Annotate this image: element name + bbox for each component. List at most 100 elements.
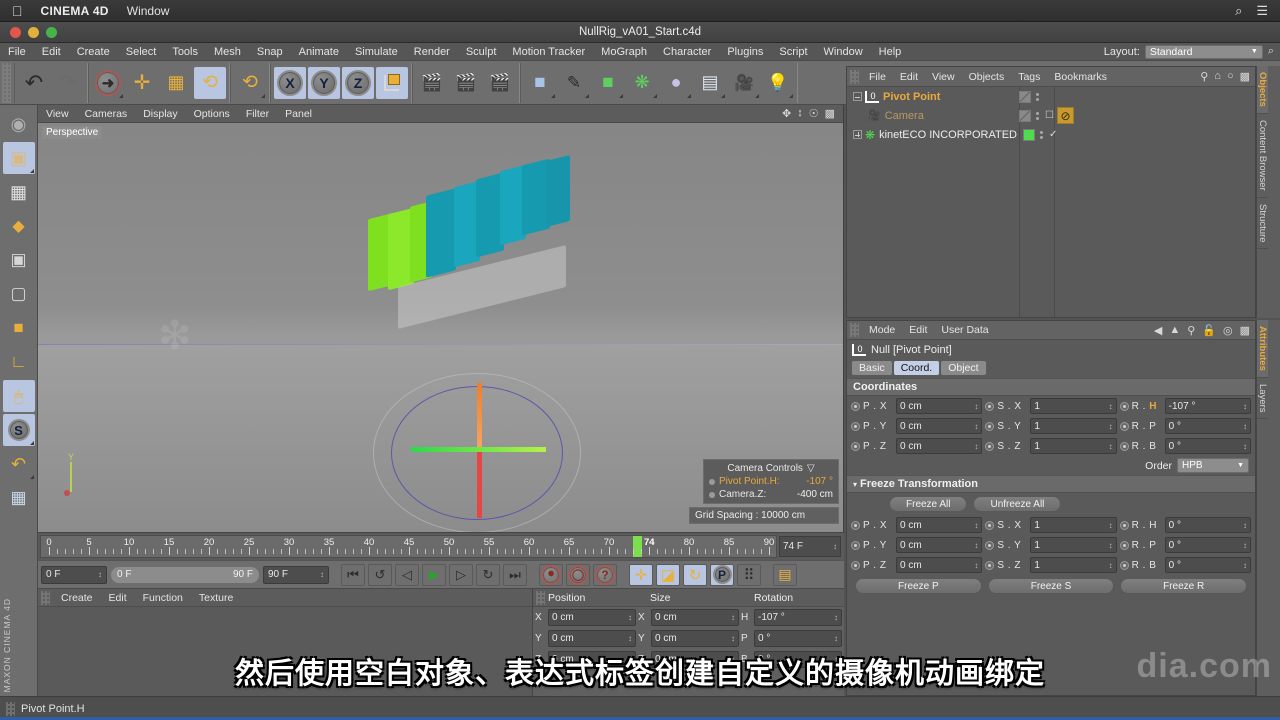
collapse-toggle-icon[interactable] (853, 92, 862, 101)
rotate-view-icon[interactable]: ☉ (809, 107, 819, 120)
back-arrow-icon[interactable]: ◀ (1154, 324, 1162, 337)
order-select[interactable]: HPB ▼ (1177, 458, 1249, 473)
freeze-rh-field[interactable]: 0 ° ↕ (1164, 517, 1251, 533)
rotate-tool-icon[interactable]: ⟲ (194, 66, 226, 99)
render-settings-icon[interactable]: 🎬 (484, 67, 516, 99)
object-menu-tags[interactable]: Tags (1011, 71, 1047, 83)
menu-script[interactable]: Script (771, 43, 815, 61)
go-to-start-button[interactable]: ⏮ (341, 563, 365, 586)
coord-rot-p-field[interactable]: 0 ° ↕ (754, 630, 842, 647)
keyframe-selection-button[interactable]: ? (593, 563, 617, 586)
workplane-icon[interactable]: ▦ (3, 482, 35, 514)
pan-view-icon[interactable]: ✥ (782, 107, 791, 120)
menu-mograph[interactable]: MoGraph (593, 43, 655, 61)
redo-icon[interactable]: ↷ (52, 67, 84, 99)
coord-size-x-field[interactable]: 0 cm ↕ (651, 609, 739, 626)
menu-snap[interactable]: Snap (249, 43, 291, 61)
world-object-axis-icon[interactable] (376, 66, 408, 99)
object-menu-edit[interactable]: Edit (893, 71, 925, 83)
menu-file[interactable]: File (0, 43, 34, 61)
coord-rh-field[interactable]: -107 ° ↕ (1164, 398, 1251, 414)
record-active-objects-button[interactable]: ⏺ (539, 563, 563, 586)
material-menu-texture[interactable]: Texture (191, 592, 241, 604)
coord-pz-field[interactable]: 0 cm ↕ (896, 438, 983, 454)
position-key-icon[interactable]: ✛ (629, 563, 653, 586)
freeze-pz-radio[interactable] (851, 560, 860, 570)
timeline-ruler[interactable]: 0 5 10 15 20 25 30 35 40 45 50 55 60 65 … (40, 535, 777, 558)
perspective-viewport[interactable]: Perspective ❇ Y Camera Controls ▽ Pivot … (38, 123, 843, 532)
coord-sy-radio[interactable] (985, 421, 995, 431)
scale-tool-icon[interactable]: ▦ (160, 67, 192, 99)
visibility-dots-icon[interactable] (1036, 91, 1040, 103)
object-menu-bookmarks[interactable]: Bookmarks (1047, 71, 1114, 83)
step-forward-button[interactable]: ▷ (449, 563, 473, 586)
camera-icon[interactable]: 🎥 (728, 67, 760, 99)
enable-snapping-icon[interactable]: 🖱 (2, 380, 35, 412)
viewport-menu-options[interactable]: Options (186, 108, 238, 120)
freeze-sz-field[interactable]: 1 ↕ (1030, 557, 1117, 573)
coord-size-y-field[interactable]: 0 cm ↕ (651, 630, 739, 647)
menu-simulate[interactable]: Simulate (347, 43, 406, 61)
coord-rot-h-field[interactable]: -107 ° ↕ (754, 609, 842, 626)
stepper-icon[interactable]: ↕ (98, 570, 102, 579)
mode-points-icon[interactable]: ▣ (3, 244, 35, 276)
play-button[interactable]: ▶ (422, 563, 446, 586)
undo-icon[interactable]: ↶ (18, 67, 50, 99)
rotate-alt-icon[interactable]: ⟲ (234, 67, 266, 99)
mode-polygons-icon[interactable]: ■ (3, 312, 35, 344)
freeze-all-button[interactable]: Freeze All (889, 496, 968, 512)
scene-floor-icon[interactable]: ▤ (694, 67, 726, 99)
up-arrow-icon[interactable]: ▲ (1169, 324, 1180, 337)
mode-edges-icon[interactable]: ▢ (3, 278, 35, 310)
mode-deformer-icon[interactable]: ◆ (3, 210, 35, 242)
menu-help[interactable]: Help (871, 43, 910, 61)
menu-select[interactable]: Select (118, 43, 165, 61)
tab-object[interactable]: Object (941, 361, 986, 375)
menu-window[interactable]: Window (816, 43, 871, 61)
object-visibility-dots[interactable] (1019, 90, 1040, 103)
object-manager-grip[interactable] (850, 69, 859, 84)
menu-tools[interactable]: Tools (164, 43, 206, 61)
apple-logo-icon[interactable]:  (12, 4, 23, 18)
layout-select[interactable]: Standard ▼ (1144, 44, 1263, 59)
gizmo-axis-y[interactable] (477, 383, 482, 447)
object-row-pivot-point[interactable]: 0 Pivot Point (847, 87, 1255, 106)
mode-object-icon[interactable]: ▣ (2, 142, 35, 174)
viewport-menu-display[interactable]: Display (135, 108, 185, 120)
material-menu-create[interactable]: Create (53, 592, 101, 604)
layer-color-swatch[interactable] (1023, 128, 1035, 141)
object-menu-objects[interactable]: Objects (962, 71, 1012, 83)
search-icon[interactable]: ⚲ (1200, 70, 1208, 83)
previous-key-button[interactable]: ↺ (368, 563, 392, 586)
coord-pos-y-field[interactable]: 0 cm ↕ (548, 630, 636, 647)
object-menu-file[interactable]: File (862, 71, 893, 83)
mode-texture-icon[interactable]: ▦ (3, 176, 35, 208)
coord-sx-field[interactable]: 1 ↕ (1030, 398, 1117, 414)
magnet-tool-icon[interactable]: ↶ (3, 448, 35, 480)
expand-toggle-icon[interactable] (853, 130, 862, 139)
preview-range-slider[interactable]: 0 F 90 F (110, 565, 260, 584)
coord-py-radio[interactable] (851, 421, 860, 431)
record-bullet-icon[interactable] (709, 478, 715, 485)
coord-rb-radio[interactable] (1119, 441, 1129, 451)
generator-icon[interactable]: ■ (592, 67, 624, 99)
pla-key-icon[interactable]: ⠿ (737, 563, 761, 586)
coord-pos-x-field[interactable]: 0 cm ↕ (548, 609, 636, 626)
scene-3d-text-object[interactable] (368, 155, 598, 329)
object-row-kinetico[interactable]: ❋ kinetECO INCORPORATED ✓ (847, 125, 1255, 144)
camera-control-pivot-value[interactable]: -107 ° (806, 476, 833, 487)
home-icon[interactable]: ⌂ (1214, 70, 1221, 83)
coord-px-field[interactable]: 0 cm ↕ (896, 398, 983, 414)
maximize-view-icon[interactable]: ▩ (825, 107, 835, 120)
menu-motion-tracker[interactable]: Motion Tracker (504, 43, 593, 61)
object-visibility-dots[interactable]: ✓ (1023, 128, 1057, 141)
chevron-down-icon[interactable]: ▽ (807, 463, 815, 474)
menu-mesh[interactable]: Mesh (206, 43, 249, 61)
axis-x-icon[interactable]: X (274, 66, 306, 99)
visibility-dots-icon[interactable] (1040, 129, 1044, 141)
material-grip[interactable] (41, 590, 50, 605)
axis-modify-icon[interactable]: ∟ (3, 346, 35, 378)
go-to-end-button[interactable]: ⏭ (503, 563, 527, 586)
lock-icon[interactable]: 🔓 (1202, 324, 1216, 337)
attribute-manager-grip[interactable] (850, 323, 859, 337)
